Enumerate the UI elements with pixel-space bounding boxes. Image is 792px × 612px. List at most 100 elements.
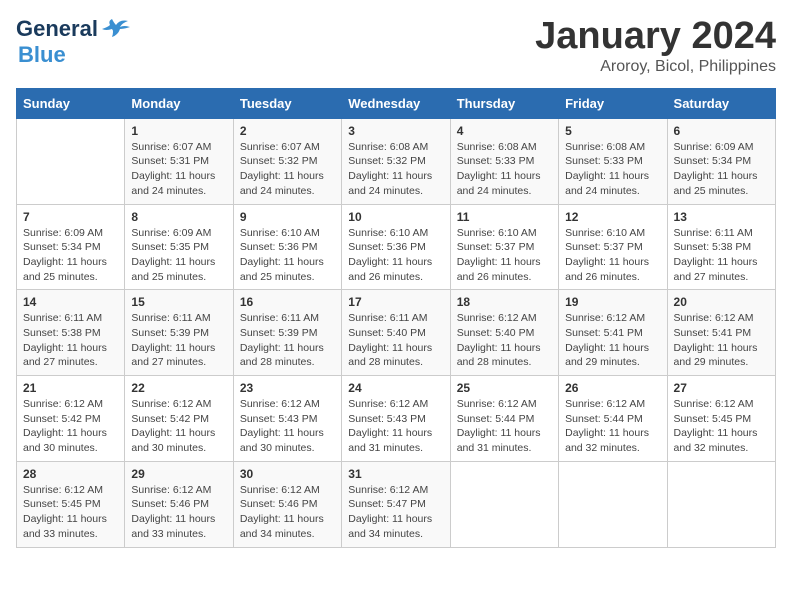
day-number: 17 (348, 295, 443, 309)
calendar-cell: 23Sunrise: 6:12 AM Sunset: 5:43 PM Dayli… (233, 376, 341, 462)
calendar-cell: 4Sunrise: 6:08 AM Sunset: 5:33 PM Daylig… (450, 118, 558, 204)
logo-bird-icon (102, 19, 130, 39)
day-number: 13 (674, 210, 769, 224)
logo-text-general: General (16, 16, 98, 42)
calendar-cell: 12 Sunrise: 6:10 AM Sunset: 5:37 PM Dayli… (559, 204, 667, 290)
day-number: 26 (565, 381, 660, 395)
day-info: Sunrise: 6:09 AM Sunset: 5:34 PM Dayligh… (674, 140, 769, 199)
calendar-cell: 20 Sunrise: 6:12 AM Sunset: 5:41 PM Dayli… (667, 290, 775, 376)
day-info: Sunrise: 6:12 AM Sunset: 5:43 PM Dayligh… (348, 397, 443, 456)
calendar-table: SundayMondayTuesdayWednesdayThursdayFrid… (16, 88, 776, 548)
day-number: 28 (23, 467, 118, 481)
day-number: 12 (565, 210, 660, 224)
day-info: Sunrise: 6:09 AM Sunset: 5:35 PM Dayligh… (131, 226, 226, 285)
title-area: January 2024 Aroroy, Bicol, Philippines (535, 16, 776, 76)
day-number: 1 (131, 124, 226, 138)
day-number: 9 (240, 210, 335, 224)
calendar-cell (450, 461, 558, 547)
day-info: Sunrise: 6:09 AM Sunset: 5:34 PM Dayligh… (23, 226, 118, 285)
day-info: Sunrise: 6:10 AM Sunset: 5:37 PM Dayligh… (565, 226, 660, 285)
day-info: Sunrise: 6:12 AM Sunset: 5:46 PM Dayligh… (131, 483, 226, 542)
calendar-cell: 2 Sunrise: 6:07 AM Sunset: 5:32 PM Daylig… (233, 118, 341, 204)
calendar-cell: 27Sunrise: 6:12 AM Sunset: 5:45 PM Dayli… (667, 376, 775, 462)
calendar-header-row: SundayMondayTuesdayWednesdayThursdayFrid… (17, 88, 776, 118)
day-header-saturday: Saturday (667, 88, 775, 118)
calendar-cell: 3 Sunrise: 6:08 AM Sunset: 5:32 PM Daylig… (342, 118, 450, 204)
calendar-cell: 17 Sunrise: 6:11 AM Sunset: 5:40 PM Dayli… (342, 290, 450, 376)
day-info: Sunrise: 6:12 AM Sunset: 5:45 PM Dayligh… (23, 483, 118, 542)
calendar-week-row: 7Sunrise: 6:09 AM Sunset: 5:34 PM Daylig… (17, 204, 776, 290)
calendar-cell: 1Sunrise: 6:07 AM Sunset: 5:31 PM Daylig… (125, 118, 233, 204)
calendar-cell: 30 Sunrise: 6:12 AM Sunset: 5:46 PM Dayli… (233, 461, 341, 547)
day-number: 21 (23, 381, 118, 395)
day-number: 14 (23, 295, 118, 309)
day-info: Sunrise: 6:12 AM Sunset: 5:44 PM Dayligh… (565, 397, 660, 456)
day-info: Sunrise: 6:11 AM Sunset: 5:38 PM Dayligh… (674, 226, 769, 285)
calendar-cell: 19Sunrise: 6:12 AM Sunset: 5:41 PM Dayli… (559, 290, 667, 376)
day-header-monday: Monday (125, 88, 233, 118)
day-number: 3 (348, 124, 443, 138)
calendar-cell: 14Sunrise: 6:11 AM Sunset: 5:38 PM Dayli… (17, 290, 125, 376)
day-header-sunday: Sunday (17, 88, 125, 118)
calendar-cell: 15 Sunrise: 6:11 AM Sunset: 5:39 PM Dayli… (125, 290, 233, 376)
calendar-week-row: 28 Sunrise: 6:12 AM Sunset: 5:45 PM Dayli… (17, 461, 776, 547)
calendar-cell: 18 Sunrise: 6:12 AM Sunset: 5:40 PM Dayli… (450, 290, 558, 376)
day-number: 11 (457, 210, 552, 224)
calendar-cell: 6 Sunrise: 6:09 AM Sunset: 5:34 PM Daylig… (667, 118, 775, 204)
day-number: 15 (131, 295, 226, 309)
calendar-cell (17, 118, 125, 204)
day-info: Sunrise: 6:12 AM Sunset: 5:43 PM Dayligh… (240, 397, 335, 456)
day-number: 29 (131, 467, 226, 481)
calendar-cell: 24 Sunrise: 6:12 AM Sunset: 5:43 PM Dayli… (342, 376, 450, 462)
calendar-cell: 7Sunrise: 6:09 AM Sunset: 5:34 PM Daylig… (17, 204, 125, 290)
calendar-cell: 10 Sunrise: 6:10 AM Sunset: 5:36 PM Dayli… (342, 204, 450, 290)
calendar-cell: 11 Sunrise: 6:10 AM Sunset: 5:37 PM Dayli… (450, 204, 558, 290)
day-info: Sunrise: 6:07 AM Sunset: 5:32 PM Dayligh… (240, 140, 335, 199)
day-info: Sunrise: 6:10 AM Sunset: 5:37 PM Dayligh… (457, 226, 552, 285)
page-subtitle: Aroroy, Bicol, Philippines (535, 58, 776, 76)
calendar-cell: 22 Sunrise: 6:12 AM Sunset: 5:42 PM Dayli… (125, 376, 233, 462)
day-info: Sunrise: 6:12 AM Sunset: 5:42 PM Dayligh… (23, 397, 118, 456)
day-info: Sunrise: 6:08 AM Sunset: 5:33 PM Dayligh… (457, 140, 552, 199)
calendar-week-row: 14Sunrise: 6:11 AM Sunset: 5:38 PM Dayli… (17, 290, 776, 376)
day-info: Sunrise: 6:11 AM Sunset: 5:39 PM Dayligh… (131, 311, 226, 370)
day-info: Sunrise: 6:11 AM Sunset: 5:39 PM Dayligh… (240, 311, 335, 370)
day-info: Sunrise: 6:12 AM Sunset: 5:41 PM Dayligh… (674, 311, 769, 370)
day-number: 6 (674, 124, 769, 138)
calendar-cell (667, 461, 775, 547)
day-number: 20 (674, 295, 769, 309)
day-number: 10 (348, 210, 443, 224)
day-number: 2 (240, 124, 335, 138)
calendar-cell: 16 Sunrise: 6:11 AM Sunset: 5:39 PM Dayli… (233, 290, 341, 376)
day-header-thursday: Thursday (450, 88, 558, 118)
day-info: Sunrise: 6:12 AM Sunset: 5:40 PM Dayligh… (457, 311, 552, 370)
day-number: 16 (240, 295, 335, 309)
calendar-cell: 9 Sunrise: 6:10 AM Sunset: 5:36 PM Daylig… (233, 204, 341, 290)
calendar-cell: 29 Sunrise: 6:12 AM Sunset: 5:46 PM Dayli… (125, 461, 233, 547)
day-number: 30 (240, 467, 335, 481)
day-info: Sunrise: 6:10 AM Sunset: 5:36 PM Dayligh… (348, 226, 443, 285)
day-number: 8 (131, 210, 226, 224)
day-info: Sunrise: 6:12 AM Sunset: 5:47 PM Dayligh… (348, 483, 443, 542)
day-number: 18 (457, 295, 552, 309)
calendar-cell: 5Sunrise: 6:08 AM Sunset: 5:33 PM Daylig… (559, 118, 667, 204)
calendar-cell: 13 Sunrise: 6:11 AM Sunset: 5:38 PM Dayli… (667, 204, 775, 290)
day-number: 22 (131, 381, 226, 395)
calendar-cell: 31 Sunrise: 6:12 AM Sunset: 5:47 PM Dayli… (342, 461, 450, 547)
day-info: Sunrise: 6:12 AM Sunset: 5:45 PM Dayligh… (674, 397, 769, 456)
day-info: Sunrise: 6:08 AM Sunset: 5:32 PM Dayligh… (348, 140, 443, 199)
day-number: 31 (348, 467, 443, 481)
logo: General Blue (16, 16, 130, 68)
day-header-friday: Friday (559, 88, 667, 118)
day-info: Sunrise: 6:12 AM Sunset: 5:42 PM Dayligh… (131, 397, 226, 456)
day-number: 24 (348, 381, 443, 395)
day-info: Sunrise: 6:11 AM Sunset: 5:40 PM Dayligh… (348, 311, 443, 370)
calendar-cell: 21 Sunrise: 6:12 AM Sunset: 5:42 PM Dayli… (17, 376, 125, 462)
calendar-week-row: 1Sunrise: 6:07 AM Sunset: 5:31 PM Daylig… (17, 118, 776, 204)
page-header: General Blue January 2024 Aroroy, Bicol,… (16, 16, 776, 76)
day-info: Sunrise: 6:12 AM Sunset: 5:44 PM Dayligh… (457, 397, 552, 456)
day-info: Sunrise: 6:10 AM Sunset: 5:36 PM Dayligh… (240, 226, 335, 285)
day-info: Sunrise: 6:12 AM Sunset: 5:46 PM Dayligh… (240, 483, 335, 542)
day-number: 25 (457, 381, 552, 395)
day-info: Sunrise: 6:08 AM Sunset: 5:33 PM Dayligh… (565, 140, 660, 199)
